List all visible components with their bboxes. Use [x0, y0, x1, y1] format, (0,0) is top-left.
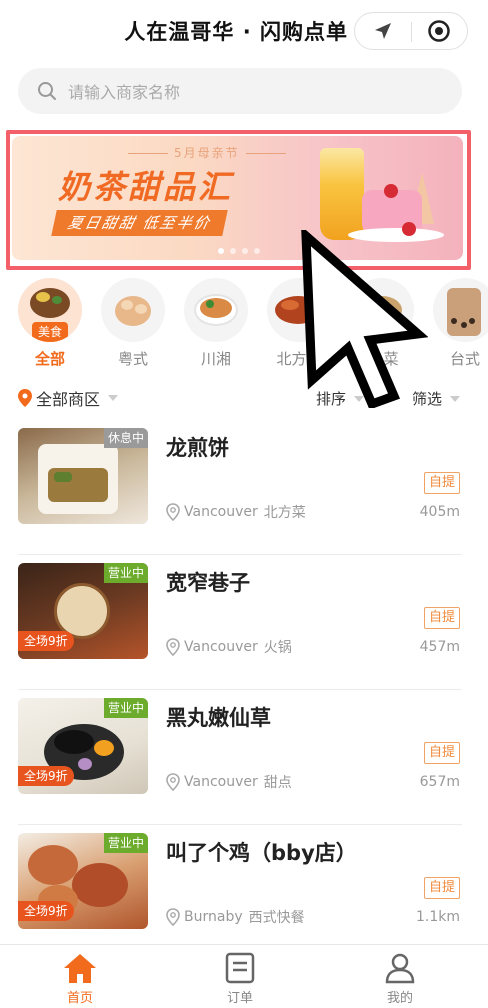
pickup-tag: 自提 — [423, 877, 460, 899]
shop-name: 叫了个鸡（bby店） — [166, 841, 357, 865]
dropdown-arrow-icon — [354, 395, 365, 402]
filter-dropdown[interactable]: 筛选 — [412, 388, 461, 409]
shop-distance: 657m — [419, 774, 460, 790]
category-label: 全部 — [34, 350, 65, 368]
shop-distance: 1.1km — [415, 909, 460, 925]
shop-thumbnail: 营业中 全场9折 — [18, 698, 148, 794]
filter-label: 筛选 — [412, 390, 443, 408]
search-bar[interactable]: 请输入商家名称 — [18, 68, 462, 114]
status-badge: 营业中 — [103, 563, 148, 583]
tab-label: 首页 — [66, 991, 93, 1006]
zone-dropdown[interactable]: 全部商区 — [18, 386, 119, 410]
shop-location: Burnaby 西式快餐 — [166, 907, 305, 927]
discount-badge: 全场9折 — [18, 631, 74, 651]
discount-badge: 全场9折 — [18, 901, 74, 921]
category-label: 川湘 — [200, 350, 231, 368]
location-pin-icon — [18, 389, 32, 407]
search-icon — [36, 80, 58, 102]
mini-program-capsule — [354, 12, 468, 50]
shop-item[interactable]: 休息中 龙煎饼 自提 Vancouver 北方菜 405m — [18, 420, 462, 555]
pickup-tag: 自提 — [423, 472, 460, 494]
tab-label: 我的 — [386, 991, 413, 1006]
category-image: 美食 — [18, 278, 82, 342]
tab-profile[interactable]: 我的 — [360, 951, 440, 1006]
category-label: 粤式 — [117, 350, 148, 368]
category-image — [184, 278, 248, 342]
shop-name: 宽窄巷子 — [166, 571, 250, 595]
home-icon — [62, 951, 98, 985]
dropdown-arrow-icon — [108, 395, 119, 401]
shop-name: 黑丸嫩仙草 — [166, 706, 271, 730]
shop-location: Vancouver 北方菜 — [166, 502, 306, 522]
status-badge: 休息中 — [103, 428, 148, 448]
shop-distance: 457m — [419, 639, 460, 655]
search-input[interactable]: 请输入商家名称 — [68, 79, 180, 103]
shop-item[interactable]: 营业中 全场9折 黑丸嫩仙草 自提 Vancouver 甜点 657m — [18, 690, 462, 825]
category-label: 台式 — [449, 350, 480, 368]
location-pin-icon — [166, 503, 180, 521]
shop-city: Vancouver — [184, 639, 258, 655]
shop-thumbnail: 休息中 — [18, 428, 148, 524]
shop-city: Vancouver — [184, 774, 258, 790]
shop-thumbnail: 营业中 全场9折 — [18, 563, 148, 659]
dropdown-arrow-icon — [450, 395, 461, 402]
shop-item[interactable]: 营业中 全场9折 宽窄巷子 自提 Vancouver 火锅 457m — [18, 555, 462, 690]
location-pin-icon — [166, 908, 180, 926]
filter-bar: 全部商区 排序 筛选 — [0, 384, 488, 412]
location-pin-icon — [166, 638, 180, 656]
pickup-tag: 自提 — [423, 607, 460, 629]
category-taiwanese[interactable]: 台式 — [430, 278, 488, 369]
category-cantonese[interactable]: 粤式 — [98, 278, 168, 369]
shop-thumbnail: 营业中 全场9折 — [18, 833, 148, 929]
page-title: 人在温哥华 · 闪购点单 — [124, 20, 348, 44]
orders-icon — [222, 951, 258, 985]
shop-distance: 405m — [419, 504, 460, 520]
shop-item[interactable]: 营业中 全场9折 叫了个鸡（bby店） 自提 Burnaby 西式快餐 1.1k… — [18, 825, 462, 960]
category-sichuan-hunan[interactable]: 川湘 — [181, 278, 251, 369]
sort-label: 排序 — [316, 390, 347, 408]
shop-cuisine: 北方菜 — [263, 505, 306, 521]
shop-city: Vancouver — [184, 504, 258, 520]
tab-label: 订单 — [226, 991, 253, 1006]
shop-cuisine: 西式快餐 — [248, 910, 305, 926]
category-all[interactable]: 美食 全部 — [15, 278, 85, 369]
bottom-tab-bar: 首页 订单 我的 — [0, 944, 488, 1008]
location-arrow-button[interactable] — [355, 13, 411, 49]
target-icon — [428, 20, 450, 42]
shop-city: Burnaby — [184, 909, 243, 925]
category-image — [101, 278, 165, 342]
status-badge: 营业中 — [103, 833, 148, 853]
sort-dropdown[interactable]: 排序 — [316, 388, 365, 409]
status-badge: 营业中 — [103, 698, 148, 718]
category-image — [433, 278, 488, 342]
zone-label: 全部商区 — [36, 390, 101, 409]
location-pin-icon — [166, 773, 180, 791]
tab-home[interactable]: 首页 — [40, 951, 120, 1006]
shop-location: Vancouver 火锅 — [166, 637, 292, 657]
shop-cuisine: 火锅 — [263, 640, 292, 656]
location-arrow-icon — [375, 23, 391, 39]
mouse-cursor-icon — [301, 230, 428, 408]
discount-badge: 全场9折 — [18, 766, 74, 786]
shop-name: 龙煎饼 — [166, 436, 229, 460]
profile-icon — [382, 951, 418, 985]
category-badge: 美食 — [32, 322, 68, 342]
shop-location: Vancouver 甜点 — [166, 772, 292, 792]
header: 人在温哥华 · 闪购点单 — [0, 0, 488, 62]
shop-cuisine: 甜点 — [263, 775, 292, 791]
tab-orders[interactable]: 订单 — [200, 951, 280, 1006]
pickup-tag: 自提 — [423, 742, 460, 764]
close-mini-program-button[interactable] — [411, 13, 467, 49]
